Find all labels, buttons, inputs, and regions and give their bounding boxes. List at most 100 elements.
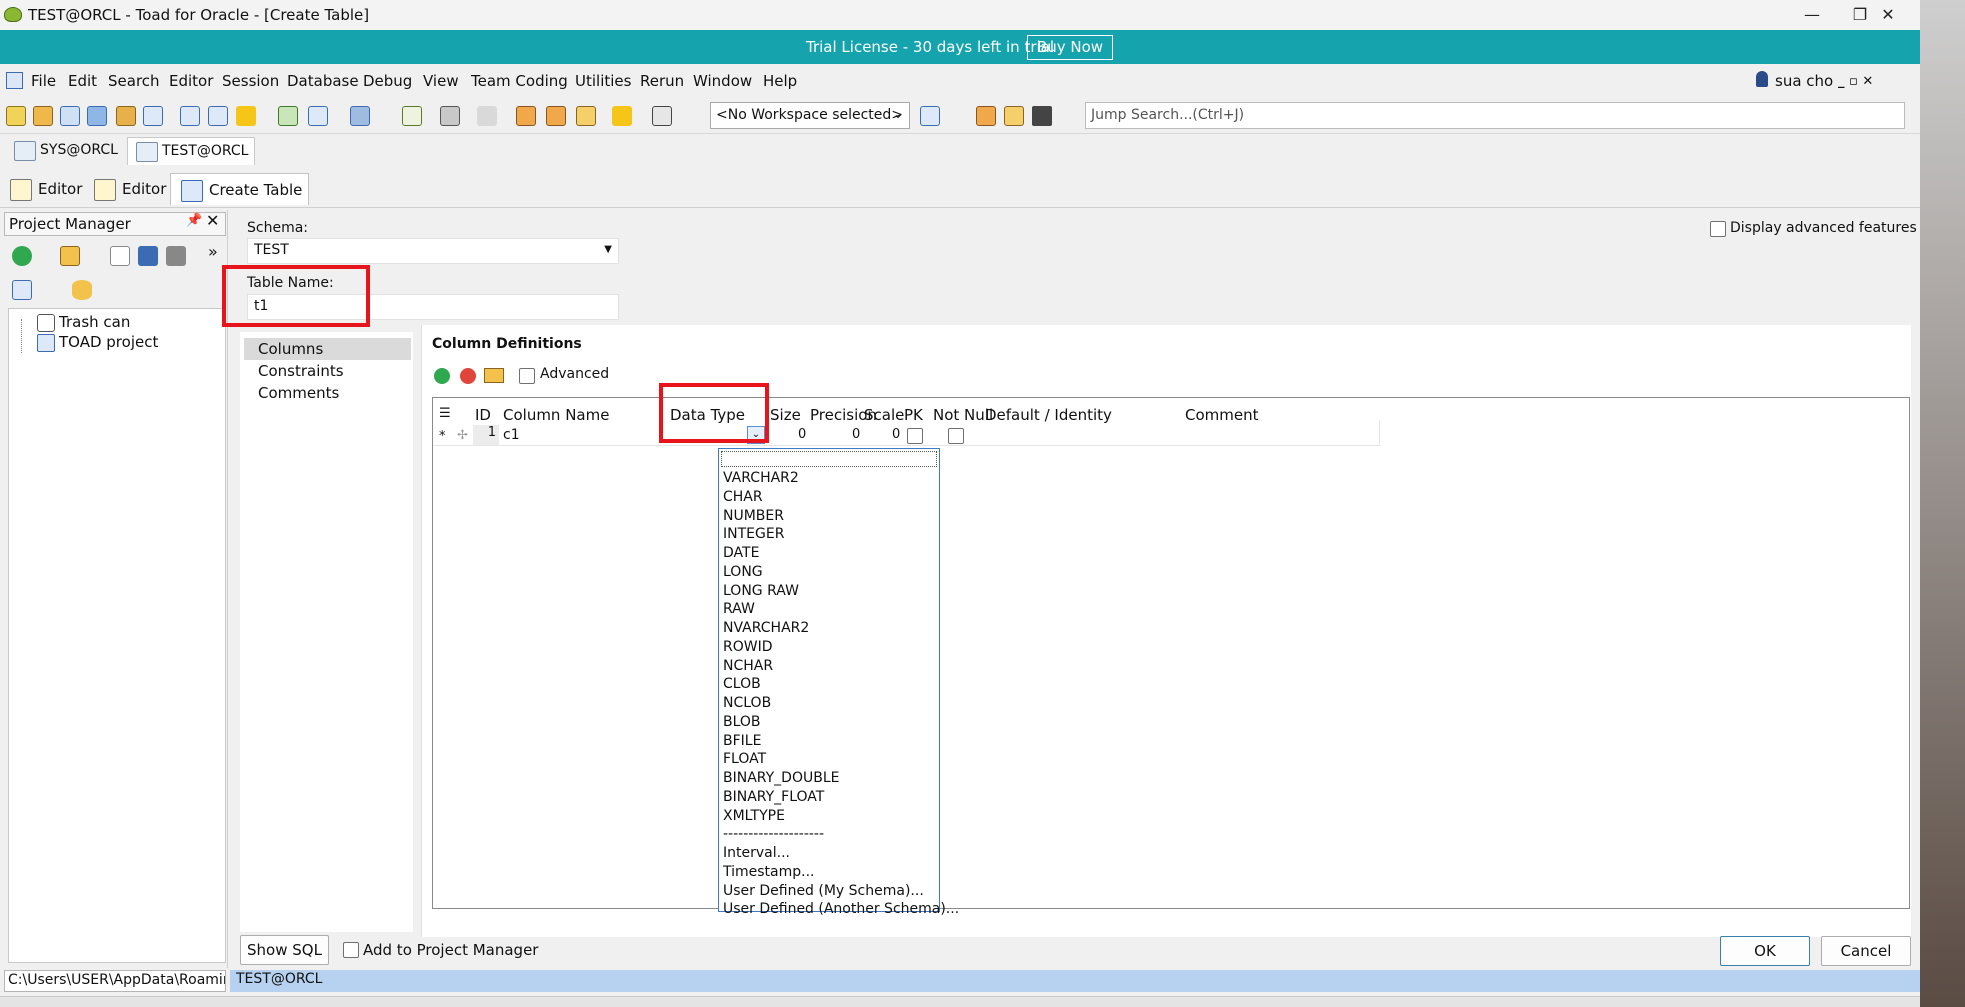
schema-select[interactable]: TEST ▼ — [247, 238, 619, 264]
datatype-option[interactable]: LONG — [723, 563, 763, 581]
menu-help[interactable]: Help — [763, 72, 797, 90]
datatype-option[interactable]: XMLTYPE — [723, 807, 785, 825]
lightning-icon[interactable] — [236, 106, 256, 126]
menu-database[interactable]: Database — [287, 72, 359, 90]
close-icon[interactable]: ✕ — [206, 211, 219, 230]
sql-icon[interactable] — [116, 106, 136, 126]
mdi-controls[interactable]: _ ▫ ✕ — [1838, 74, 1873, 89]
connection-tab-test[interactable]: TEST@ORCL — [127, 137, 256, 165]
datatype-option[interactable]: NCLOB — [723, 694, 771, 712]
menu-team-coding[interactable]: Team Coding — [471, 72, 568, 90]
chart-icon[interactable] — [402, 106, 422, 126]
datatype-option[interactable]: FLOAT — [723, 750, 766, 768]
import-icon[interactable] — [546, 106, 566, 126]
datatype-option[interactable]: NUMBER — [723, 507, 784, 525]
ok-button[interactable]: OK — [1720, 936, 1810, 966]
nav-comments[interactable]: Comments — [244, 382, 411, 404]
chat-icon[interactable] — [1004, 106, 1024, 126]
wand-icon[interactable] — [612, 106, 632, 126]
menu-session[interactable]: Session — [222, 72, 279, 90]
show-sql-button[interactable]: Show SQL — [240, 935, 329, 965]
datatype-option[interactable]: ROWID — [723, 638, 773, 656]
datatype-option[interactable]: RAW — [723, 600, 755, 618]
datatype-option[interactable]: -------------------- — [723, 825, 824, 843]
cancel-button[interactable]: Cancel — [1821, 936, 1911, 966]
bookmark-icon[interactable] — [976, 106, 996, 126]
datatype-option[interactable]: BINARY_DOUBLE — [723, 769, 839, 787]
cross-tool-icon[interactable] — [652, 106, 672, 126]
nav-columns[interactable]: Columns — [244, 338, 411, 360]
schema-browser-icon[interactable] — [33, 106, 53, 126]
network-icon[interactable] — [350, 106, 370, 126]
pin-icon[interactable]: 📌 — [186, 213, 202, 228]
drag-handle-icon[interactable]: ✢ — [457, 428, 468, 443]
remove-column-icon[interactable] — [460, 368, 476, 384]
pk-checkbox[interactable] — [907, 428, 923, 444]
datatype-option[interactable]: BLOB — [723, 713, 761, 731]
connection-tab-sys[interactable]: SYS@ORCL — [6, 137, 124, 165]
plsql-icon[interactable] — [440, 106, 460, 126]
datatype-option[interactable]: Timestamp... — [723, 863, 815, 881]
add-icon[interactable] — [12, 246, 32, 266]
add-to-project-manager-checkbox[interactable] — [343, 942, 359, 958]
datatype-option[interactable]: DATE — [723, 544, 759, 562]
open-folder-icon[interactable] — [60, 246, 80, 266]
window-menu-icon[interactable] — [6, 72, 23, 89]
export-icon[interactable] — [516, 106, 536, 126]
menu-file[interactable]: File — [31, 72, 56, 90]
datatype-option[interactable]: INTEGER — [723, 525, 784, 543]
workspace-select[interactable]: <No Workspace selected> — [710, 102, 910, 129]
print-icon[interactable] — [166, 246, 186, 266]
add-column-icon[interactable] — [434, 368, 450, 384]
workspace-icon[interactable] — [920, 106, 940, 126]
form-icon[interactable] — [208, 106, 228, 126]
object-icon[interactable] — [308, 106, 328, 126]
menu-rerun[interactable]: Rerun — [640, 72, 684, 90]
menu-edit[interactable]: Edit — [68, 72, 97, 90]
not-null-checkbox[interactable] — [948, 428, 964, 444]
save-icon[interactable] — [138, 246, 158, 266]
tree-item-trash[interactable]: Trash can — [23, 313, 130, 332]
menu-utilities[interactable]: Utilities — [575, 72, 631, 90]
menu-window[interactable]: Window — [693, 72, 752, 90]
menu-search[interactable]: Search — [108, 72, 160, 90]
new-editor-icon[interactable] — [6, 106, 26, 126]
window-icon[interactable] — [180, 106, 200, 126]
tree-item-toad-project[interactable]: TOAD project — [23, 333, 158, 352]
datatype-option[interactable]: VARCHAR2 — [723, 469, 799, 487]
minimize-button[interactable]: — — [1792, 3, 1832, 27]
datatype-option[interactable]: BFILE — [723, 732, 761, 750]
overflow-chevron-icon[interactable]: » — [208, 242, 218, 261]
nav-constraints[interactable]: Constraints — [244, 360, 411, 382]
buy-now-button[interactable]: Buy Now — [1027, 35, 1113, 60]
session-browser-icon[interactable] — [87, 106, 107, 126]
advanced-features-checkbox[interactable] — [1710, 221, 1726, 237]
list-item-empty[interactable] — [721, 451, 937, 467]
menu-editor[interactable]: Editor — [169, 72, 213, 90]
advanced-checkbox[interactable] — [519, 368, 535, 384]
database-icon[interactable] — [278, 106, 298, 126]
grid-menu-icon[interactable]: ☰ — [439, 406, 451, 421]
datatype-option[interactable]: CLOB — [723, 675, 761, 693]
datatype-option[interactable]: NVARCHAR2 — [723, 619, 809, 637]
datatype-option[interactable]: User Defined (Another Schema)... — [723, 900, 959, 918]
datatype-option[interactable]: NCHAR — [723, 657, 773, 675]
datatype-option[interactable]: User Defined (My Schema)... — [723, 882, 924, 900]
tab-editor-2[interactable]: Editor — [84, 173, 172, 205]
datatype-option[interactable]: LONG RAW — [723, 582, 799, 600]
project-view-icon[interactable] — [12, 280, 32, 300]
row-scale[interactable]: 0 — [892, 427, 900, 442]
datatype-option[interactable]: CHAR — [723, 488, 763, 506]
menu-debug[interactable]: Debug — [363, 72, 412, 90]
tab-create-table[interactable]: Create Table — [170, 173, 310, 205]
grid-icon[interactable] — [143, 106, 163, 126]
graduation-cap-icon[interactable] — [1032, 106, 1052, 126]
load-folder-icon[interactable] — [484, 368, 504, 383]
database-view-icon[interactable] — [72, 280, 92, 300]
data-type-dropdown-list[interactable]: VARCHAR2 CHAR NUMBER INTEGER DATE LONG LONG RA… — [718, 448, 959, 917]
sql-tracker-icon[interactable] — [60, 106, 80, 126]
help-icon[interactable] — [576, 106, 596, 126]
jump-search-input[interactable]: Jump Search...(Ctrl+J) — [1085, 102, 1905, 129]
menu-view[interactable]: View — [423, 72, 459, 90]
row-precision[interactable]: 0 — [852, 427, 860, 442]
